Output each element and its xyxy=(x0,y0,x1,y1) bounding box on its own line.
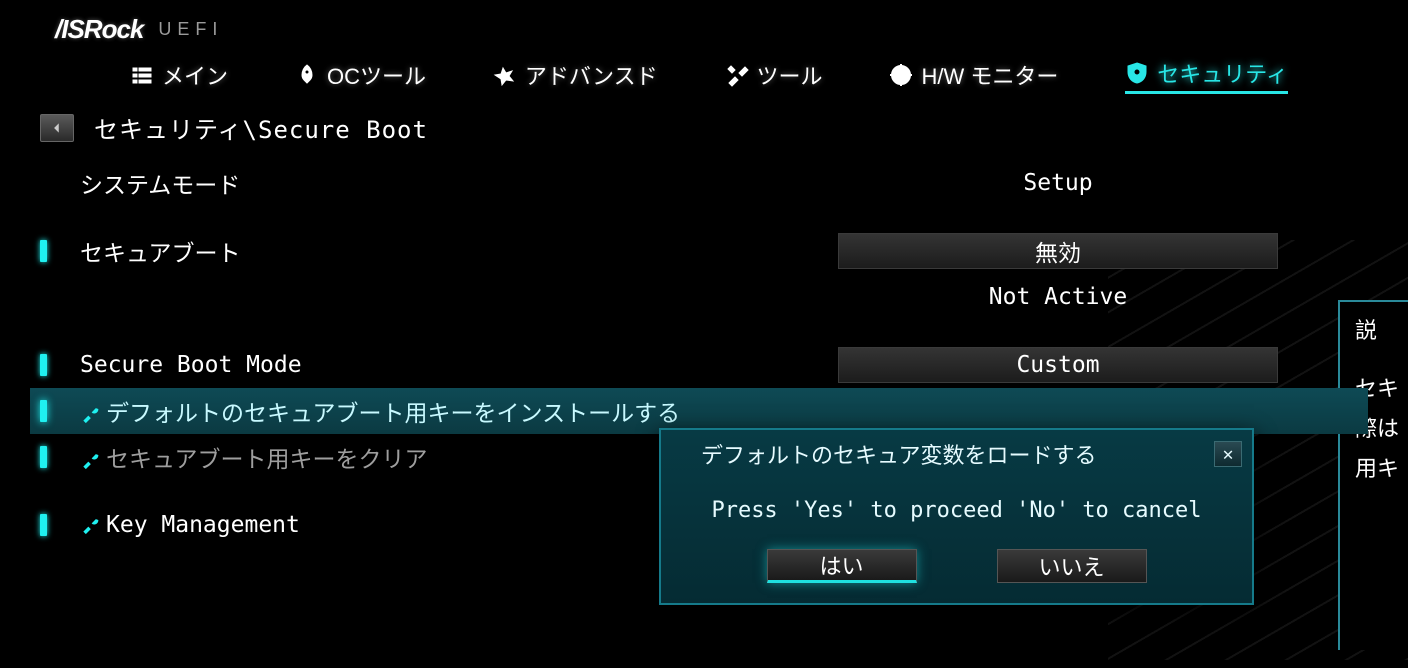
dialog-buttons: はい いいえ xyxy=(661,537,1252,603)
nav-tool-label: ツール xyxy=(757,59,823,91)
rocket-icon xyxy=(295,63,319,87)
wrench-icon xyxy=(80,515,100,535)
secure-boot-mode-select[interactable]: Custom xyxy=(838,347,1278,383)
close-button[interactable]: ✕ xyxy=(1214,441,1242,467)
nav-hw[interactable]: H/W モニター xyxy=(889,59,1058,91)
yes-button[interactable]: はい xyxy=(767,549,917,583)
install-keys-text: デフォルトのセキュアブート用キーをインストールする xyxy=(106,401,680,427)
system-mode-label: システムモード xyxy=(65,166,838,200)
dialog-title: デフォルトのセキュア変数をロードする xyxy=(701,438,1097,470)
marker-icon xyxy=(40,354,47,376)
nav-advanced-label: アドバンスド xyxy=(525,59,658,91)
dialog-titlebar: デフォルトのセキュア変数をロードする ✕ xyxy=(661,430,1252,478)
nav-main-label: メイン xyxy=(162,59,228,91)
nav-oc[interactable]: OCツール xyxy=(295,59,426,91)
row-secure-boot-mode[interactable]: Secure Boot Mode Custom xyxy=(40,342,1368,388)
marker-icon xyxy=(40,240,47,262)
brand-sublogo: UEFI xyxy=(158,19,223,40)
system-mode-value: Setup xyxy=(838,170,1278,196)
nav-security-label: セキュリティ xyxy=(1157,57,1288,89)
confirm-dialog: デフォルトのセキュア変数をロードする ✕ Press 'Yes' to proc… xyxy=(659,428,1254,605)
brand-logo: /ISRock xyxy=(55,14,143,45)
secure-boot-status: Not Active xyxy=(838,284,1278,310)
key-management-text: Key Management xyxy=(106,512,300,538)
nav-security[interactable]: セキュリティ xyxy=(1125,57,1288,94)
secure-boot-mode-label: Secure Boot Mode xyxy=(65,352,838,378)
row-secure-boot-status: Not Active xyxy=(40,274,1368,320)
nav-oc-label: OCツール xyxy=(327,59,426,91)
clear-keys-text: セキュアブート用キーをクリア xyxy=(106,447,428,473)
marker-icon xyxy=(40,514,47,536)
marker-icon xyxy=(40,446,47,468)
nav-advanced[interactable]: アドバンスド xyxy=(493,59,658,91)
install-keys-label: デフォルトのセキュアブート用キーをインストールする xyxy=(65,394,838,428)
tools-icon xyxy=(725,63,749,87)
back-button[interactable] xyxy=(40,114,74,142)
close-icon: ✕ xyxy=(1223,444,1234,465)
secure-boot-label: セキュアブート xyxy=(65,234,838,268)
secure-boot-select[interactable]: 無効 xyxy=(838,233,1278,269)
header: /ISRock UEFI xyxy=(0,0,1408,50)
target-icon xyxy=(889,63,913,87)
no-button[interactable]: いいえ xyxy=(997,549,1147,583)
breadcrumb-row: セキュリティ\Secure Boot xyxy=(0,100,1408,155)
wrench-icon xyxy=(80,404,100,424)
list-icon xyxy=(130,63,154,87)
shield-icon xyxy=(1125,61,1149,85)
nav-main[interactable]: メイン xyxy=(130,59,228,91)
dialog-body: Press 'Yes' to proceed 'No' to cancel xyxy=(661,478,1252,537)
row-system-mode: システムモード Setup xyxy=(40,160,1368,206)
wrench-icon xyxy=(80,450,100,470)
top-nav: メイン OCツール アドバンスド ツール H/W モニター セキュリティ xyxy=(0,50,1408,100)
nav-tool[interactable]: ツール xyxy=(725,59,823,91)
nav-hw-label: H/W モニター xyxy=(921,59,1058,91)
row-secure-boot[interactable]: セキュアブート 無効 xyxy=(40,228,1368,274)
marker-icon xyxy=(40,400,47,422)
breadcrumb: セキュリティ\Secure Boot xyxy=(94,110,428,145)
star-icon xyxy=(493,63,517,87)
